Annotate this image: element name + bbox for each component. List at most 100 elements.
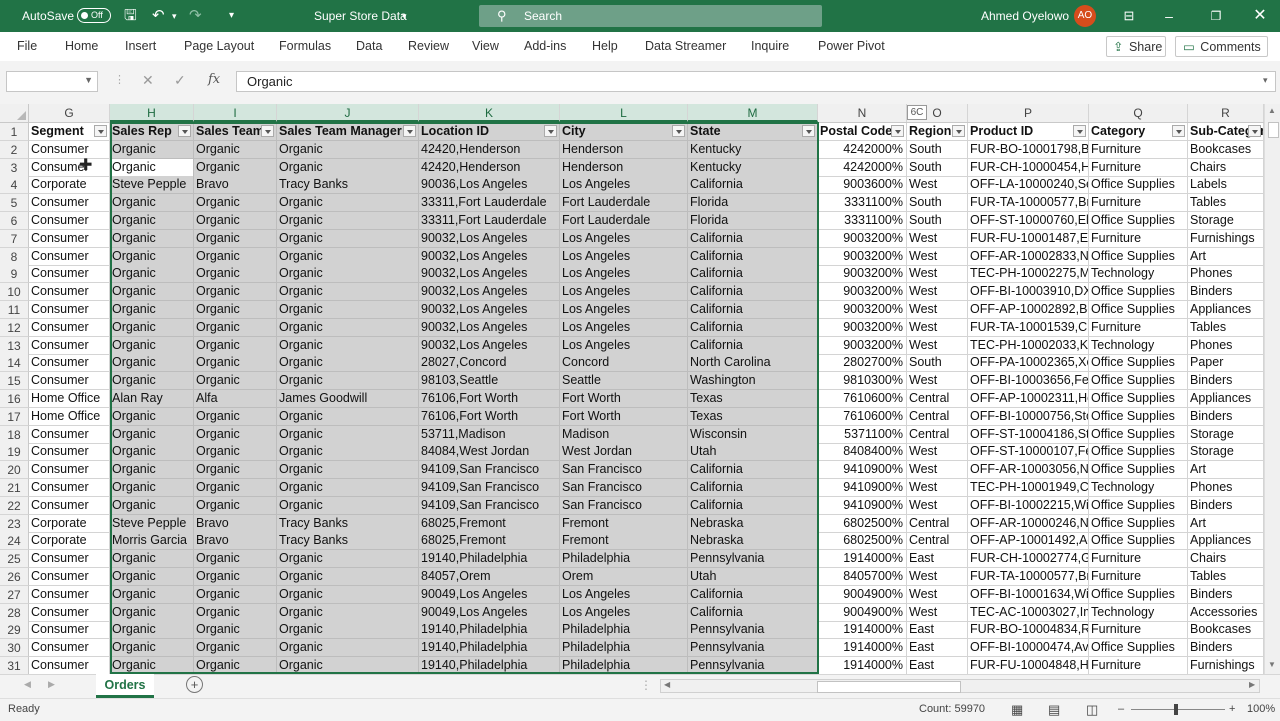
tab-data[interactable]: Data [356, 32, 382, 61]
table-cell[interactable]: Accessories [1188, 604, 1264, 622]
table-cell[interactable]: Labels [1188, 176, 1264, 194]
table-cell[interactable]: West [907, 372, 968, 390]
tab-add-ins[interactable]: Add-ins [524, 32, 566, 61]
table-cell[interactable]: West [907, 479, 968, 497]
table-cell[interactable]: Corporate [29, 176, 110, 194]
save-icon[interactable]: 🖫 [124, 0, 137, 32]
table-cell[interactable]: Consumer [29, 212, 110, 230]
table-cell[interactable]: 8405700% [818, 568, 907, 586]
scroll-left-icon[interactable]: ◀ [664, 680, 670, 689]
table-cell[interactable]: Organic [110, 479, 194, 497]
table-cell[interactable]: Los Angeles [560, 604, 688, 622]
table-cell[interactable]: Consumer [29, 159, 110, 177]
column-header-p[interactable]: P [968, 104, 1089, 122]
tab-data-streamer[interactable]: Data Streamer [645, 32, 726, 61]
header-cell[interactable]: Category [1089, 123, 1188, 141]
table-cell[interactable]: 68025,Fremont [419, 532, 560, 550]
table-cell[interactable]: Organic [110, 372, 194, 390]
table-cell[interactable]: Madison [560, 426, 688, 444]
table-cell[interactable]: West [907, 319, 968, 337]
table-cell[interactable]: Consumer [29, 657, 110, 674]
table-cell[interactable]: Organic [194, 426, 277, 444]
table-cell[interactable]: Organic [110, 265, 194, 283]
row-header[interactable]: 5 [0, 194, 29, 212]
table-cell[interactable]: Storage [1188, 212, 1264, 230]
table-cell[interactable]: OFF-BI-10000756,Storex DuraTech Recycled… [968, 408, 1089, 426]
row-header[interactable]: 22 [0, 497, 29, 515]
table-cell[interactable]: Corporate [29, 532, 110, 550]
table-cell[interactable]: Kentucky [688, 141, 818, 159]
table-cell[interactable]: FUR-FU-10001487,Eldon Expressions Wood a… [968, 230, 1089, 248]
table-cell[interactable]: Fremont [560, 532, 688, 550]
table-cell[interactable]: Organic [110, 337, 194, 355]
table-cell[interactable]: 84057,Orem [419, 568, 560, 586]
table-cell[interactable]: 4242000% [818, 159, 907, 177]
share-button[interactable]: ⇪ Share [1106, 36, 1166, 57]
row-header[interactable]: 31 [0, 657, 29, 674]
table-cell[interactable]: California [688, 176, 818, 194]
restore-icon[interactable]: ❐ [1196, 0, 1236, 32]
tab-power-pivot[interactable]: Power Pivot [818, 32, 885, 61]
table-cell[interactable]: Storage [1188, 426, 1264, 444]
filter-dropdown-icon[interactable] [891, 125, 904, 137]
header-cell[interactable]: State [688, 123, 818, 141]
table-cell[interactable]: Henderson [560, 141, 688, 159]
table-cell[interactable]: South [907, 194, 968, 212]
table-cell[interactable]: Tracy Banks [277, 176, 419, 194]
table-cell[interactable]: Orem [560, 568, 688, 586]
tab-review[interactable]: Review [408, 32, 449, 61]
column-header-k[interactable]: K [419, 104, 560, 122]
table-cell[interactable]: Organic [277, 248, 419, 266]
filter-dropdown-icon[interactable] [544, 125, 557, 137]
table-cell[interactable]: Office Supplies [1089, 461, 1188, 479]
table-cell[interactable]: Organic [194, 497, 277, 515]
table-cell[interactable]: Organic [277, 319, 419, 337]
table-cell[interactable]: Organic [194, 301, 277, 319]
table-cell[interactable]: Alan Ray [110, 390, 194, 408]
table-cell[interactable]: Organic [110, 283, 194, 301]
table-cell[interactable]: FUR-FU-10004848,Howard Miller 13-3/4 Dia… [968, 657, 1089, 674]
table-cell[interactable]: Philadelphia [560, 657, 688, 674]
tab-formulas[interactable]: Formulas [279, 32, 331, 61]
header-cell[interactable]: Sales Team Manager [277, 123, 419, 141]
table-cell[interactable]: Fort Lauderdale [560, 212, 688, 230]
filter-dropdown-icon[interactable] [403, 125, 416, 137]
table-cell[interactable]: Florida [688, 194, 818, 212]
table-cell[interactable]: 1914000% [818, 550, 907, 568]
scroll-down-icon[interactable]: ▼ [1268, 660, 1276, 669]
scroll-right-icon[interactable]: ▶ [1249, 680, 1255, 689]
header-cell[interactable]: City [560, 123, 688, 141]
table-cell[interactable]: East [907, 639, 968, 657]
table-cell[interactable]: 94109,San Francisco [419, 461, 560, 479]
table-cell[interactable]: Organic [110, 568, 194, 586]
table-cell[interactable]: Consumer [29, 283, 110, 301]
table-cell[interactable]: West [907, 248, 968, 266]
table-cell[interactable]: 19140,Philadelphia [419, 621, 560, 639]
table-cell[interactable]: Organic [194, 230, 277, 248]
table-cell[interactable]: 68025,Fremont [419, 515, 560, 533]
scroll-up-icon[interactable]: ▲ [1268, 106, 1276, 115]
table-cell[interactable]: Office Supplies [1089, 176, 1188, 194]
customize-qat-icon[interactable]: ▾ [229, 0, 234, 32]
table-cell[interactable]: Technology [1089, 337, 1188, 355]
table-cell[interactable]: Organic [110, 497, 194, 515]
table-cell[interactable]: Technology [1089, 265, 1188, 283]
normal-view-icon[interactable]: ▦ [1011, 699, 1023, 720]
table-cell[interactable]: FUR-TA-10001539,Chromcraft Rectangular C… [968, 319, 1089, 337]
table-cell[interactable]: 33311,Fort Lauderdale [419, 194, 560, 212]
table-cell[interactable]: Organic [277, 354, 419, 372]
table-cell[interactable]: Organic [110, 550, 194, 568]
table-cell[interactable]: Furniture [1089, 141, 1188, 159]
table-cell[interactable]: Binders [1188, 639, 1264, 657]
row-header[interactable]: 14 [0, 354, 29, 372]
table-cell[interactable]: Organic [277, 337, 419, 355]
table-cell[interactable]: 90032,Los Angeles [419, 337, 560, 355]
table-cell[interactable]: Central [907, 390, 968, 408]
table-cell[interactable]: Los Angeles [560, 248, 688, 266]
table-cell[interactable]: Technology [1089, 604, 1188, 622]
table-cell[interactable]: Appliances [1188, 390, 1264, 408]
table-cell[interactable]: FUR-BO-10001798,Bush Somerset Collection… [968, 141, 1089, 159]
table-cell[interactable]: TEC-AC-10003027,Imation 8GB Mini USB [968, 604, 1089, 622]
table-cell[interactable]: OFF-AR-10002833,Newell 322 [968, 248, 1089, 266]
table-cell[interactable]: Office Supplies [1089, 390, 1188, 408]
